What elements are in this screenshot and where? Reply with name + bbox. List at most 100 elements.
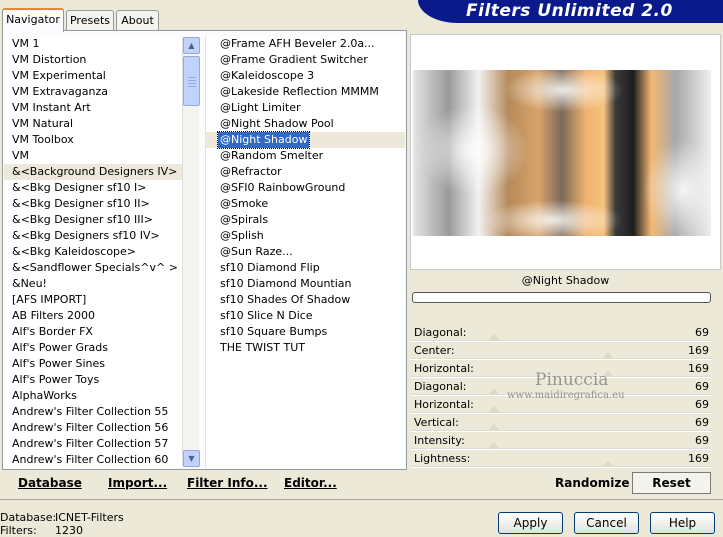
- filter-item[interactable]: @Splish: [206, 228, 405, 244]
- parameter-value: 69: [695, 434, 709, 447]
- filter-item-label: @Lakeside Reflection MMMM: [220, 85, 379, 98]
- filter-item-label: @Frame Gradient Switcher: [220, 53, 368, 66]
- filter-item-label: sf10 Diamond Mountian: [220, 277, 352, 290]
- category-item[interactable]: VM Extravaganza: [4, 84, 182, 100]
- filter-item-label: @Random Smelter: [220, 149, 324, 162]
- category-item[interactable]: VM 1: [4, 36, 182, 52]
- status-database-label: Database:: [0, 511, 57, 524]
- filter-item-label: @Smoke: [220, 197, 269, 210]
- filter-item-label: @Kaleidoscope 3: [220, 69, 315, 82]
- parameter-slider-thumb[interactable]: [601, 352, 614, 359]
- tab-about[interactable]: About: [116, 10, 159, 30]
- filter-item-label: @Night Shadow Pool: [220, 117, 334, 130]
- filter-item-label: @Splish: [220, 229, 264, 242]
- parameter-slider-track[interactable]: [410, 466, 711, 468]
- category-item[interactable]: VM Natural: [4, 116, 182, 132]
- filter-item[interactable]: @Frame Gradient Switcher: [206, 52, 405, 68]
- scroll-thumb[interactable]: [183, 56, 200, 106]
- parameter-value: 169: [688, 344, 709, 357]
- filter-item[interactable]: @Kaleidoscope 3: [206, 68, 405, 84]
- filter-item-label: @Sun Raze...: [220, 245, 293, 258]
- parameter-slider-thumb[interactable]: [488, 406, 501, 413]
- category-item[interactable]: Andrew's Filter Collection 60: [4, 452, 182, 468]
- filter-item[interactable]: sf10 Diamond Mountian: [206, 276, 405, 292]
- preview-filter-name: @Night Shadow: [521, 274, 610, 287]
- filter-item[interactable]: @Lakeside Reflection MMMM: [206, 84, 405, 100]
- category-item[interactable]: &<Bkg Designer sf10 III>: [4, 212, 182, 228]
- category-item[interactable]: &<Bkg Designers sf10 IV>: [4, 228, 182, 244]
- filter-item[interactable]: THE TWIST TUT: [206, 340, 405, 356]
- database-button[interactable]: Database: [18, 476, 82, 490]
- filter-info-button[interactable]: Filter Info...: [187, 476, 268, 490]
- parameter-value: 69: [695, 326, 709, 339]
- filter-item[interactable]: @Night Shadow Pool: [206, 116, 405, 132]
- parameter-label: Diagonal:: [414, 326, 467, 339]
- parameter-slider-thumb[interactable]: [488, 334, 501, 341]
- parameter-value: 69: [695, 416, 709, 429]
- category-item[interactable]: VM Toolbox: [4, 132, 182, 148]
- category-item[interactable]: Alf's Power Sines: [4, 356, 182, 372]
- import-button[interactable]: Import...: [108, 476, 167, 490]
- category-item[interactable]: Alf's Power Toys: [4, 372, 182, 388]
- category-item[interactable]: Andrew's Filter Collection 55: [4, 404, 182, 420]
- filter-list[interactable]: @Frame AFH Beveler 2.0a... @Frame Gradien…: [205, 36, 405, 468]
- category-item[interactable]: &Neu!: [4, 276, 182, 292]
- category-item[interactable]: &<Bkg Designer sf10 II>: [4, 196, 182, 212]
- category-item[interactable]: AB Filters 2000: [4, 308, 182, 324]
- filter-item[interactable]: sf10 Square Bumps: [206, 324, 405, 340]
- filter-item[interactable]: sf10 Diamond Flip: [206, 260, 405, 276]
- randomize-button[interactable]: Randomize: [555, 476, 629, 490]
- category-item[interactable]: Alf's Border FX: [4, 324, 182, 340]
- category-item[interactable]: VM: [4, 148, 182, 164]
- parameter-value: 169: [688, 452, 709, 465]
- category-item[interactable]: &<Background Designers IV>: [4, 164, 182, 180]
- filter-item[interactable]: @Refractor: [206, 164, 405, 180]
- category-list[interactable]: VM 1 VM Distortion VM Experimental VM Extra…: [4, 36, 182, 468]
- filter-item[interactable]: @Random Smelter: [206, 148, 405, 164]
- category-item[interactable]: VM Distortion: [4, 52, 182, 68]
- tab-presets[interactable]: Presets: [66, 10, 114, 30]
- status-database-value: ICNET-Filters: [55, 511, 124, 524]
- parameter-slider-thumb[interactable]: [488, 388, 501, 395]
- category-item[interactable]: VM Experimental: [4, 68, 182, 84]
- parameter-label: Vertical:: [414, 416, 459, 429]
- filter-item-label: sf10 Square Bumps: [220, 325, 328, 338]
- tab-navigator[interactable]: Navigator: [2, 8, 64, 32]
- filter-item[interactable]: sf10 Slice N Dice: [206, 308, 405, 324]
- scroll-down-icon[interactable]: ▼: [183, 450, 200, 467]
- preview-area: [410, 34, 721, 270]
- parameter-label: Diagonal:: [414, 380, 467, 393]
- category-item[interactable]: AlphaWorks: [4, 388, 182, 404]
- category-item[interactable]: [AFS IMPORT]: [4, 292, 182, 308]
- category-item[interactable]: &<Bkg Kaleidoscope>: [4, 244, 182, 260]
- filter-item[interactable]: @SFI0 RainbowGround: [206, 180, 405, 196]
- editor-button[interactable]: Editor...: [284, 476, 337, 490]
- filter-item[interactable]: @Sun Raze...: [206, 244, 405, 260]
- filter-item-label: @Light Limiter: [220, 101, 301, 114]
- filter-item[interactable]: @Smoke: [206, 196, 405, 212]
- filter-item-label: sf10 Shades Of Shadow: [220, 293, 351, 306]
- filter-item-label: @Night Shadow: [216, 131, 311, 149]
- category-item[interactable]: Andrew's Filter Collection 56: [4, 420, 182, 436]
- filter-item-label: @Spirals: [220, 213, 269, 226]
- category-item[interactable]: Andrew's Filter Collection 57: [4, 436, 182, 452]
- watermark-name: Pinuccia: [535, 370, 609, 390]
- filter-item-label: sf10 Slice N Dice: [220, 309, 313, 322]
- scroll-up-icon[interactable]: ▲: [183, 37, 200, 54]
- parameter-slider-thumb[interactable]: [488, 424, 501, 431]
- parameter-slider-thumb[interactable]: [601, 460, 614, 467]
- category-item[interactable]: &<Bkg Designer sf10 I>: [4, 180, 182, 196]
- reset-button[interactable]: Reset: [632, 472, 711, 494]
- category-item[interactable]: &<Sandflower Specials^v^ >: [4, 260, 182, 276]
- filter-item[interactable]: sf10 Shades Of Shadow: [206, 292, 405, 308]
- filter-item-label: THE TWIST TUT: [220, 341, 305, 354]
- parameter-slider-thumb[interactable]: [488, 442, 501, 449]
- filter-item[interactable]: @Night Shadow: [206, 131, 405, 149]
- category-scrollbar[interactable]: ▲ ▼: [182, 37, 200, 467]
- filter-item[interactable]: @Light Limiter: [206, 100, 405, 116]
- category-item[interactable]: VM Instant Art: [4, 100, 182, 116]
- filter-item[interactable]: @Frame AFH Beveler 2.0a...: [206, 36, 405, 52]
- category-item[interactable]: Alf's Power Grads: [4, 340, 182, 356]
- filter-item-label: sf10 Diamond Flip: [220, 261, 320, 274]
- filter-item[interactable]: @Spirals: [206, 212, 405, 228]
